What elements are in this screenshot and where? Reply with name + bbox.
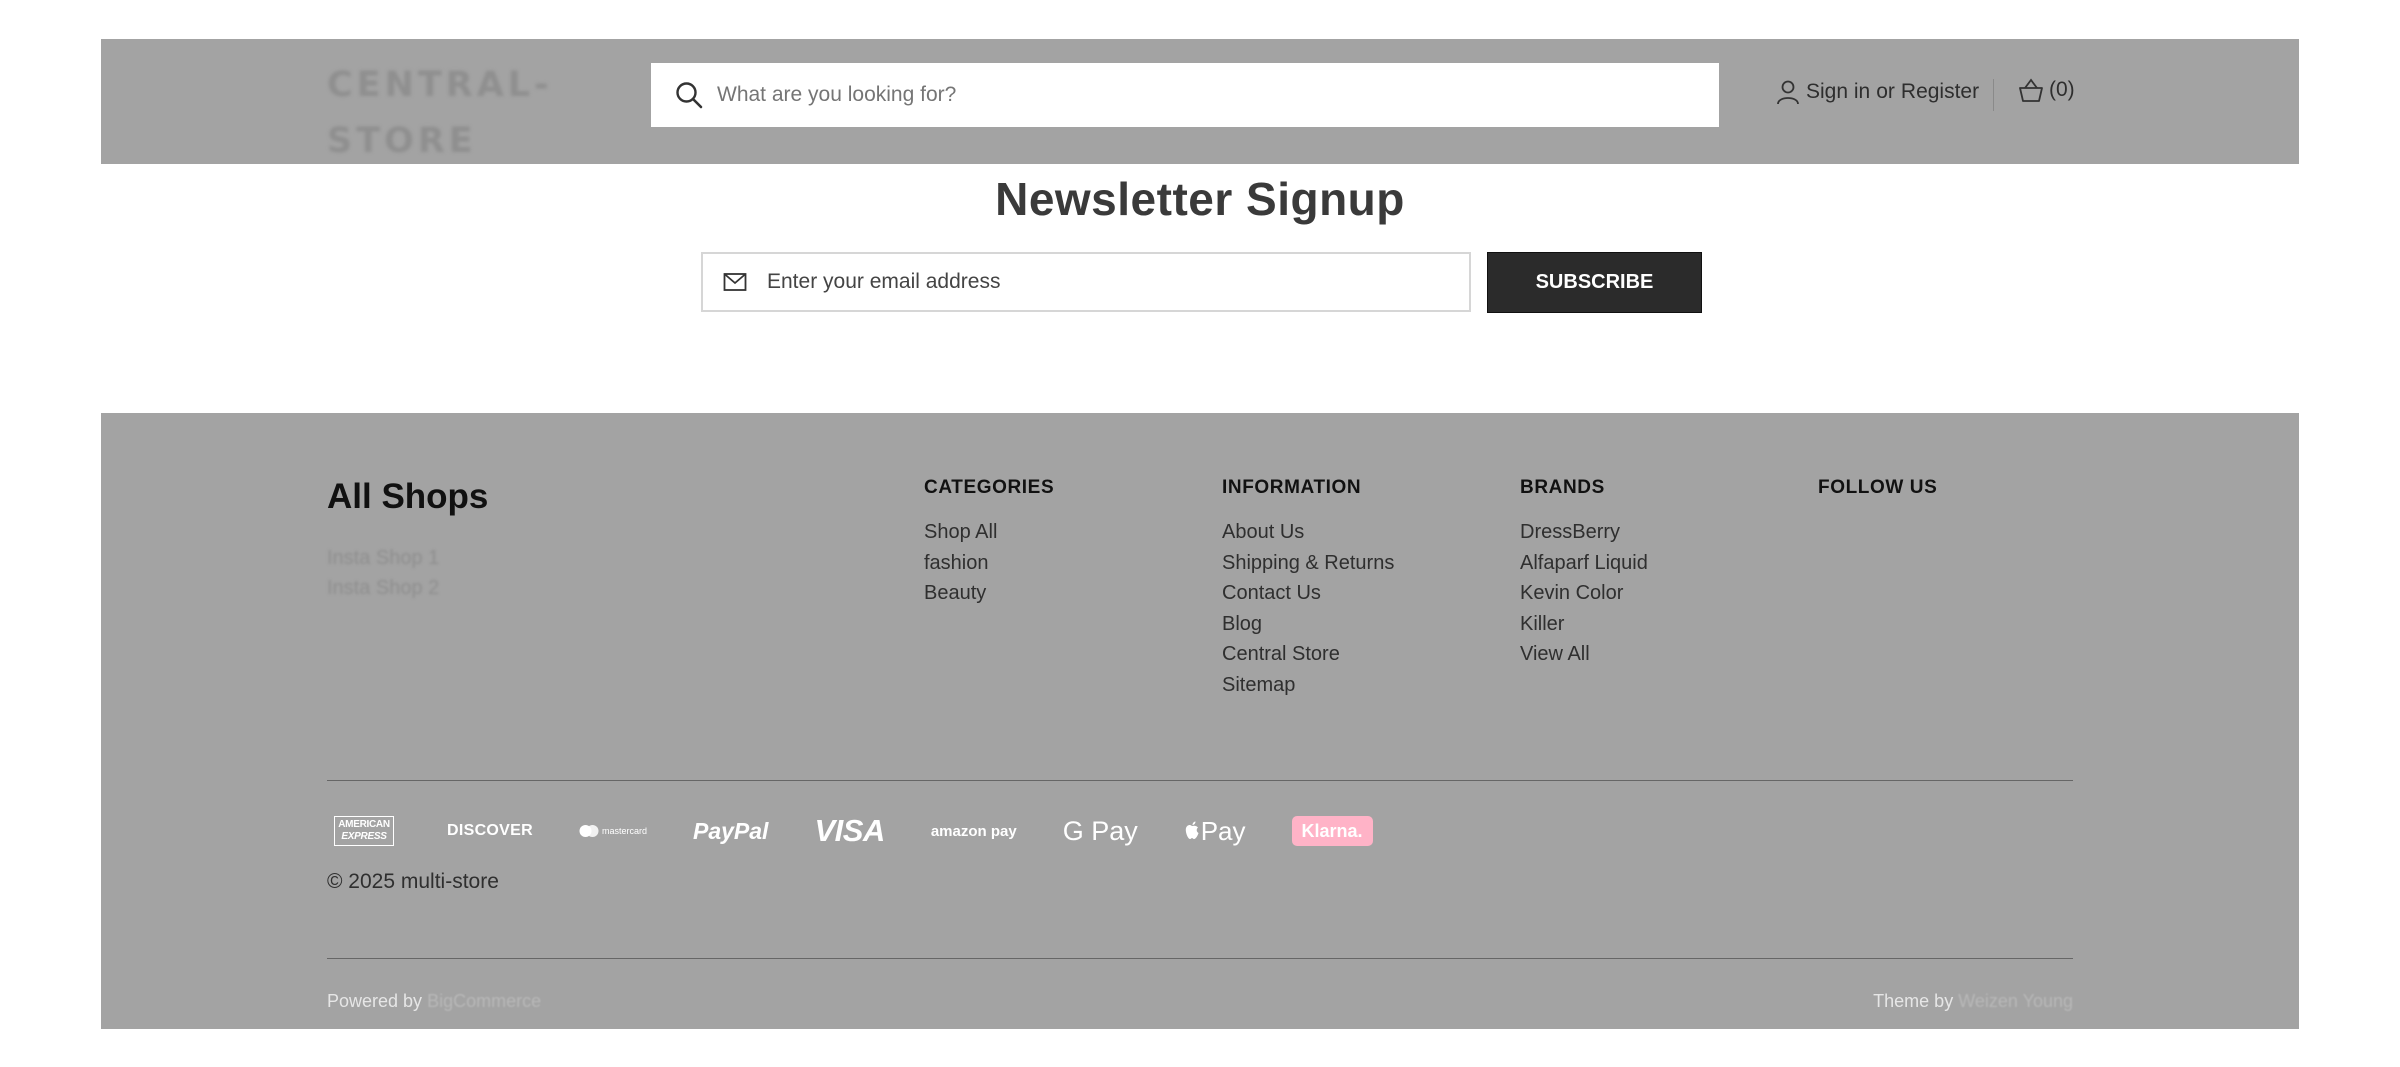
brands-column: BRANDS DressBerry Alfaparf Liquid Kevin … [1520, 477, 1648, 670]
footer-link[interactable]: Sitemap [1222, 670, 1394, 701]
follow-heading: FOLLOW US [1818, 477, 1938, 498]
logo-line-2: STORE [327, 121, 477, 161]
footer-link[interactable]: fashion [924, 548, 1054, 579]
search-bar[interactable] [651, 63, 1719, 127]
user-icon [1777, 80, 1799, 105]
google-pay-icon: G Pay [1062, 815, 1138, 846]
apple-pay-icon: Pay [1184, 811, 1246, 851]
visa-icon: VISA [814, 813, 885, 848]
theme-by: Theme by Weizen Young [1873, 991, 2073, 1012]
site-header: CENTRAL- STORE Sign in or Register [101, 39, 2299, 164]
email-input[interactable] [767, 254, 1447, 310]
footer-link[interactable]: Shop All [924, 517, 1054, 548]
footer-bottom-divider [327, 958, 2073, 959]
theme-author-link[interactable]: Weizen Young [1958, 991, 2073, 1011]
footer-link[interactable]: Beauty [924, 578, 1054, 609]
follow-column: FOLLOW US [1818, 477, 1937, 517]
account-links: Sign in or Register [1776, 77, 1979, 107]
mastercard-icon: mastercard [579, 811, 647, 851]
amex-line2: EXPRESS [341, 831, 387, 842]
footer-link[interactable]: View All [1520, 639, 1648, 670]
newsletter-title: Newsletter Signup [995, 173, 1405, 225]
cart-count: (0) [2049, 78, 2075, 101]
apple-pay-label: Pay [1200, 815, 1246, 846]
subscribe-button[interactable]: SUBSCRIBE [1487, 252, 1702, 313]
site-footer: All Shops Insta Shop 1 Insta Shop 2 CATE… [101, 413, 2299, 1029]
klarna-icon: Klarna. [1291, 811, 1373, 851]
footer-link[interactable]: Alfaparf Liquid [1520, 548, 1648, 579]
store-logo[interactable]: CENTRAL- STORE [327, 57, 553, 169]
footer-link[interactable]: Kevin Color [1520, 578, 1648, 609]
footer-link[interactable]: Shipping & Returns [1222, 548, 1394, 579]
cart-button[interactable]: (0) [2017, 77, 2075, 103]
all-shops-heading: All Shops [327, 477, 489, 516]
search-input[interactable] [717, 63, 1697, 127]
footer-divider [327, 780, 2073, 781]
information-heading: INFORMATION [1222, 477, 1362, 498]
footer-link[interactable]: About Us [1222, 517, 1394, 548]
copyright-text: © 2025 multi-store [327, 870, 499, 893]
register-link[interactable]: Register [1901, 80, 1979, 104]
page-frame: CENTRAL- STORE Sign in or Register [101, 39, 2299, 1029]
mastercard-label: mastercard [601, 826, 647, 836]
amex-line1: AMERICAN [338, 819, 390, 830]
envelope-icon [723, 273, 747, 291]
theme-by-label: Theme by [1873, 991, 1954, 1011]
powered-by: Powered by BigCommerce [327, 991, 541, 1012]
footer-link[interactable]: Contact Us [1222, 578, 1394, 609]
or-text: or [1876, 80, 1895, 103]
footer-link[interactable]: Blog [1222, 609, 1394, 640]
apple-logo-icon [1185, 821, 1199, 839]
discover-icon: DISCOVER [447, 822, 533, 839]
amex-icon: AMERICAN EXPRESS [327, 811, 401, 851]
powered-by-label: Powered by [327, 991, 423, 1011]
basket-icon [2019, 78, 2043, 102]
footer-link[interactable]: Central Store [1222, 639, 1394, 670]
sign-in-link[interactable]: Sign in [1806, 80, 1870, 104]
footer-link[interactable]: DressBerry [1520, 517, 1648, 548]
footer-link[interactable]: Killer [1520, 609, 1648, 640]
shop-link[interactable]: Insta Shop 2 [327, 573, 439, 603]
search-icon[interactable] [675, 81, 703, 109]
klarna-badge: Klarna. [1291, 816, 1373, 846]
payment-icons: AMERICAN EXPRESS DISCOVER mastercard Pay… [327, 811, 1373, 851]
bigcommerce-link[interactable]: BigCommerce [427, 991, 541, 1011]
categories-column: CATEGORIES Shop All fashion Beauty [924, 477, 1054, 609]
shop-link[interactable]: Insta Shop 1 [327, 543, 439, 573]
newsletter-email-field[interactable] [701, 252, 1471, 312]
shops-list: Insta Shop 1 Insta Shop 2 [327, 543, 439, 603]
amazon-pay-icon: amazon pay [930, 822, 1017, 840]
brands-heading: BRANDS [1520, 477, 1605, 498]
information-column: INFORMATION About Us Shipping & Returns … [1222, 477, 1394, 700]
logo-line-1: CENTRAL- [327, 65, 553, 105]
categories-heading: CATEGORIES [924, 477, 1055, 498]
header-divider [1993, 79, 1994, 111]
paypal-icon: PayPal [693, 817, 769, 844]
mastercard-circles-icon [579, 825, 599, 837]
